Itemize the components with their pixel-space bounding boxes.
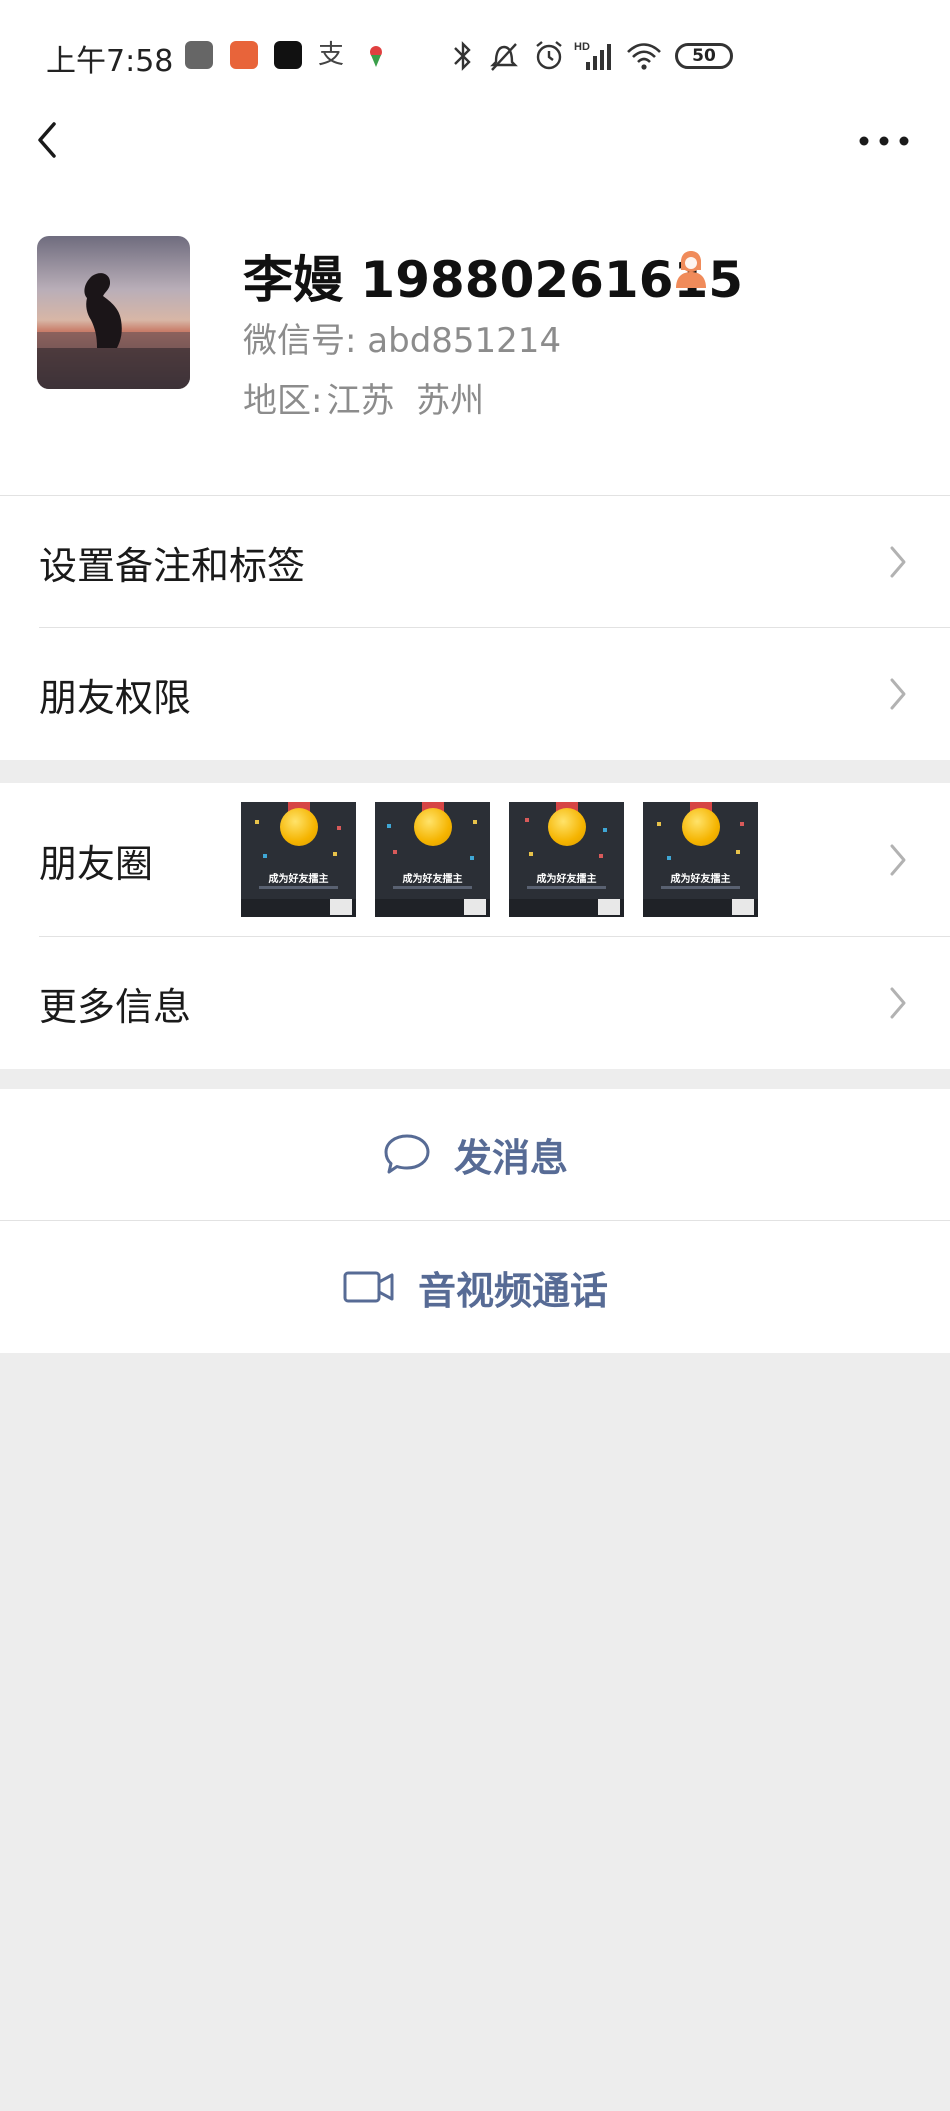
confetti — [599, 854, 603, 858]
send-message-button[interactable]: 发消息 — [0, 1089, 950, 1221]
region: 地区: 江苏 苏州 — [243, 373, 484, 422]
confetti — [473, 820, 477, 824]
signal-icon: HD — [574, 41, 611, 70]
moments-label: 朋友圈 — [39, 841, 154, 886]
remark-and-tags-row[interactable]: 设置备注和标签 — [0, 496, 950, 628]
confetti — [667, 856, 671, 860]
region-value: 江苏 苏州 — [326, 381, 485, 421]
region-label: 地区: — [243, 381, 323, 421]
remark-and-tags-label: 设置备注和标签 — [39, 543, 306, 588]
confetti — [255, 820, 259, 824]
confetti — [603, 828, 607, 832]
moments-thumbnails: 成为好友擂主 成为好友擂主 成为好友擂主 成为好友擂主 — [241, 802, 758, 917]
actions-section: 发消息 音视频通话 — [0, 1089, 950, 1353]
confetti — [263, 854, 267, 858]
moments-thumbnail[interactable]: 成为好友擂主 — [375, 802, 490, 917]
back-button[interactable] — [28, 112, 68, 168]
moments-section: 朋友圈 成为好友擂主 成为好友擂主 成为好友擂主 成为好友擂主 更多信息 — [0, 783, 950, 1069]
wechat-id-value: abd851214 — [367, 321, 562, 361]
chat-bubble-icon — [384, 1134, 430, 1173]
qr-code-icon — [330, 899, 352, 915]
thumbnail-title: 成为好友擂主 — [268, 874, 329, 885]
qr-code-icon — [732, 899, 754, 915]
confetti — [470, 856, 474, 860]
thumbnail-subline — [393, 886, 472, 889]
thumbnail-title: 成为好友擂主 — [402, 874, 463, 885]
video-camera-icon — [343, 1271, 394, 1303]
moments-row[interactable]: 朋友圈 成为好友擂主 成为好友擂主 成为好友擂主 成为好友擂主 — [0, 783, 950, 937]
more-info-row[interactable]: 更多信息 — [0, 937, 950, 1069]
chevron-right-icon — [890, 546, 906, 578]
confetti — [337, 826, 341, 830]
alipay-icon: 支 — [318, 40, 345, 70]
thumbnail-subline — [527, 886, 606, 889]
medal-icon — [682, 808, 720, 846]
confetti — [333, 852, 337, 856]
qr-code-icon — [464, 899, 486, 915]
status-time: 上午7:58 — [46, 44, 174, 79]
bluetooth-icon — [454, 41, 471, 71]
chevron-right-icon — [890, 987, 906, 1019]
contact-settings-section: 设置备注和标签 朋友权限 — [0, 496, 950, 760]
send-message-label: 发消息 — [453, 1136, 568, 1180]
alarm-icon — [536, 41, 562, 70]
taobao-icon — [230, 41, 258, 69]
maps-icon — [362, 41, 390, 69]
medal-icon — [280, 808, 318, 846]
video-call-label: 音视频通话 — [417, 1268, 608, 1313]
video-call-button[interactable]: 音视频通话 — [0, 1221, 950, 1353]
profile-name: 李嫚 19880261615 — [243, 251, 744, 309]
battery-indicator: 50 — [675, 43, 733, 69]
wechat-id-label: 微信号: — [243, 321, 357, 361]
medal-icon — [414, 808, 452, 846]
confetti — [740, 822, 744, 826]
tiktok-icon — [274, 41, 302, 69]
avatar[interactable] — [37, 236, 190, 389]
chevron-right-icon — [890, 678, 906, 710]
more-info-label: 更多信息 — [39, 984, 192, 1029]
chevron-right-icon — [890, 844, 906, 876]
moments-thumbnail[interactable]: 成为好友擂主 — [509, 802, 624, 917]
thumbnail-title: 成为好友擂主 — [536, 874, 597, 885]
thumbnail-subline — [661, 886, 740, 889]
friend-permissions-label: 朋友权限 — [39, 675, 192, 720]
more-button[interactable] — [858, 126, 910, 156]
female-icon — [676, 251, 706, 288]
profile-header-area: 上午7:58 支 HD 50 李嫚 19880261615 微信号: abd85… — [0, 0, 950, 495]
confetti — [393, 850, 397, 854]
confetti — [736, 850, 740, 854]
status-bar: 上午7:58 支 HD 50 — [0, 30, 950, 84]
silent-bell-icon — [490, 43, 518, 71]
moments-thumbnail[interactable]: 成为好友擂主 — [643, 802, 758, 917]
confetti — [387, 824, 391, 828]
wifi-icon — [627, 43, 661, 70]
medal-icon — [548, 808, 586, 846]
wechat-id: 微信号: abd851214 — [243, 313, 561, 362]
thumbnail-title: 成为好友擂主 — [670, 874, 731, 885]
app-notification-icon — [185, 41, 213, 69]
confetti — [529, 852, 533, 856]
friend-permissions-row[interactable]: 朋友权限 — [0, 628, 950, 760]
svg-text:HD: HD — [574, 41, 590, 53]
thumbnail-subline — [259, 886, 338, 889]
confetti — [657, 822, 661, 826]
confetti — [525, 818, 529, 822]
qr-code-icon — [598, 899, 620, 915]
moments-thumbnail[interactable]: 成为好友擂主 — [241, 802, 356, 917]
